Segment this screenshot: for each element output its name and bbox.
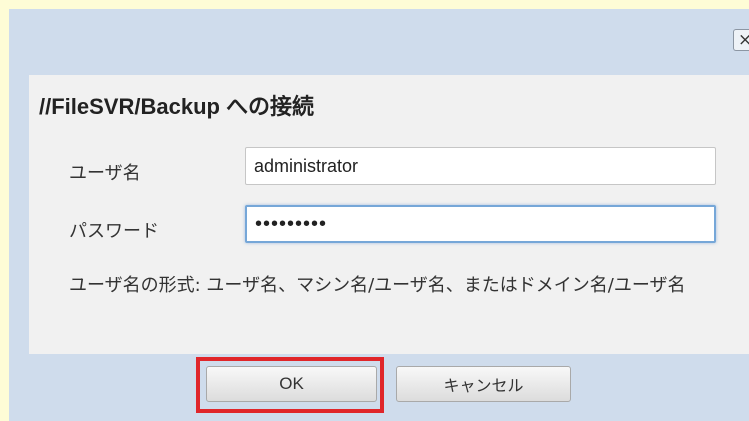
close-button[interactable]: × bbox=[733, 29, 749, 51]
close-icon: × bbox=[738, 30, 749, 50]
dialog-content: //FileSVR/Backup への接続 ユーザ名 パスワード ユーザ名の形式… bbox=[29, 75, 749, 354]
password-input[interactable] bbox=[245, 205, 716, 243]
cancel-button[interactable]: キャンセル bbox=[396, 366, 571, 402]
username-label: ユーザ名 bbox=[69, 163, 141, 184]
username-format-hint: ユーザ名の形式: ユーザ名、マシン名/ユーザ名、またはドメイン名/ユーザ名 bbox=[69, 275, 686, 296]
ok-button[interactable]: OK bbox=[206, 366, 377, 402]
dialog-title: //FileSVR/Backup への接続 bbox=[39, 94, 315, 119]
username-input[interactable] bbox=[245, 147, 716, 185]
password-label: パスワード bbox=[69, 221, 159, 242]
